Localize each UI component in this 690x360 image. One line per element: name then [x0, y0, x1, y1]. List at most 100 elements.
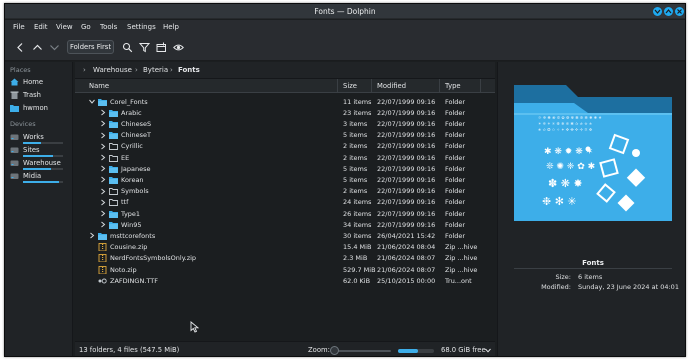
place-label: hwmon [23, 104, 48, 112]
file-type: Folder [445, 142, 466, 151]
chevron-right-icon[interactable] [100, 199, 106, 206]
place-home[interactable]: Home [10, 77, 72, 88]
file-name: Cousine.zip [110, 243, 148, 252]
file-row[interactable]: EE 2 items 22/07/1999 09:16 Folder [75, 152, 495, 163]
places-panel: Places Home Trash hwmon Devices Works Sit… [5, 62, 73, 356]
breadcrumb-item[interactable]: Byteria [143, 66, 168, 74]
search-icon[interactable] [122, 42, 133, 53]
file-type: Zip ...hive [445, 265, 478, 274]
menu-edit[interactable]: Edit [34, 23, 48, 31]
folder-outline-icon [109, 143, 118, 151]
device-item[interactable]: Works [10, 132, 72, 144]
column-size[interactable]: Size [343, 82, 357, 90]
device-label: Midia [23, 172, 42, 180]
menu-file[interactable]: File [13, 23, 25, 31]
device-item[interactable]: Sites [10, 145, 72, 157]
file-size: 62.0 KiB [343, 276, 371, 285]
chevron-right-icon[interactable] [100, 132, 106, 139]
device-item[interactable]: Warehouse [10, 158, 72, 170]
menu-bar: File Edit View Go Tools Settings Help [5, 20, 685, 34]
up-icon[interactable] [32, 42, 43, 53]
forward-icon[interactable] [49, 42, 60, 53]
folders-first-button[interactable]: Folders First [67, 40, 114, 54]
device-usage-fill [23, 181, 59, 183]
file-row[interactable]: Corel_Fonts 11 items 22/07/1999 09:16 Folde… [75, 96, 495, 107]
column-modified[interactable]: Modified [377, 82, 406, 90]
file-row[interactable]: msttcorefonts 30 items 26/04/2021 15:42 Fol… [75, 230, 495, 241]
file-row[interactable]: Cousine.zip 15.4 MiB 21/06/2024 08:04 Zip .… [75, 242, 495, 253]
file-name: Cyrillic [121, 142, 143, 151]
file-size: 5 items [343, 175, 368, 184]
chevron-right-icon[interactable] [100, 143, 106, 150]
chevron-right-icon[interactable] [100, 176, 106, 183]
chevron-right-icon[interactable] [100, 120, 106, 127]
file-modified: 26/04/2021 15:42 [377, 231, 436, 240]
place-trash[interactable]: Trash [10, 90, 72, 101]
file-row[interactable]: ChineseS 3 items 22/07/1999 09:16 Folder [75, 118, 495, 129]
file-view[interactable]: Name Size Modified Type Corel_Fonts 11 it… [75, 79, 495, 337]
file-modified: 25/10/2015 00:00 [377, 276, 436, 285]
folder-icon [109, 221, 118, 229]
column-type[interactable]: Type [445, 82, 461, 90]
chevron-down-icon[interactable] [485, 348, 491, 353]
file-row[interactable]: Win95 34 items 22/07/1999 09:16 Folder [75, 219, 495, 230]
chevron-right-icon[interactable] [100, 109, 106, 116]
zip-archive-icon [98, 265, 107, 274]
breadcrumb-item[interactable]: Warehouse [93, 66, 132, 74]
file-row[interactable]: NerdFontsSymbolsOnly.zip 2.3 MiB 21/06/202… [75, 253, 495, 264]
file-modified: 22/07/1999 09:16 [377, 119, 436, 128]
file-modified: 21/06/2024 08:07 [377, 254, 436, 263]
file-row[interactable]: Japanese 5 items 22/07/1999 09:16 Folder [75, 163, 495, 174]
places-heading: Places [10, 66, 31, 74]
file-row[interactable]: ChineseT 5 items 22/07/1999 09:16 Folder [75, 130, 495, 141]
filter-icon[interactable] [139, 42, 150, 53]
file-row[interactable]: Arabic 23 items 22/07/1999 09:16 Folder [75, 107, 495, 118]
chevron-down-icon[interactable] [89, 98, 95, 105]
minimize-icon [654, 9, 661, 14]
minimize-button[interactable] [653, 7, 662, 16]
chevron-right-icon[interactable] [100, 210, 106, 217]
file-row[interactable]: ZAFDINGN.TTF 62.0 KiB 25/10/2015 00:00 Tru.… [75, 275, 495, 286]
title-bar[interactable]: Fonts — Dolphin [5, 4, 685, 19]
zoom-slider[interactable] [333, 350, 391, 352]
menu-help[interactable]: Help [163, 23, 179, 31]
place-hwmon[interactable]: hwmon [10, 103, 72, 114]
chevron-right-icon[interactable] [89, 232, 95, 239]
file-row[interactable]: Type1 26 items 22/07/1999 09:16 Folder [75, 208, 495, 219]
status-bar: 13 folders, 4 files (547.5 MiB) Zoom: 68… [75, 341, 495, 356]
file-name: Japanese [121, 164, 151, 173]
breadcrumb-item-current[interactable]: Fonts [178, 66, 200, 74]
file-row[interactable]: ttf 24 items 22/07/1999 09:16 Folder [75, 197, 495, 208]
device-item[interactable]: Midia [10, 171, 72, 183]
free-space-label[interactable]: 68.0 GiB free [441, 346, 486, 354]
file-size: 2 items [343, 153, 368, 162]
file-modified: 22/07/1999 09:16 [377, 108, 436, 117]
chevron-right-icon[interactable] [100, 165, 106, 172]
device-usage-fill [23, 155, 53, 157]
menu-settings[interactable]: Settings [127, 23, 156, 31]
file-row[interactable]: Noto.zip 529.7 MiB 21/06/2024 08:07 Zip ...… [75, 264, 495, 275]
back-icon[interactable] [15, 42, 26, 53]
zoom-slider-handle[interactable] [330, 346, 339, 355]
menu-view[interactable]: View [56, 23, 73, 31]
file-type: Zip ...hive [445, 254, 478, 263]
column-name[interactable]: Name [89, 82, 109, 90]
preview-icon[interactable] [173, 42, 184, 53]
drive-icon [10, 173, 19, 179]
file-name: Win95 [121, 220, 142, 229]
toolbar: Folders First [5, 34, 685, 61]
drive-icon [10, 147, 19, 153]
file-size: 529.7 MiB [343, 265, 376, 274]
close-button[interactable] [675, 7, 684, 16]
maximize-button[interactable] [664, 7, 673, 16]
chevron-right-icon[interactable] [100, 188, 106, 195]
chevron-right-icon[interactable] [100, 154, 106, 161]
file-row[interactable]: Korean 5 items 22/07/1999 09:16 Folder [75, 174, 495, 185]
menu-tools[interactable]: Tools [100, 23, 117, 31]
menu-go[interactable]: Go [81, 23, 91, 31]
file-row[interactable]: Symbols 2 items 22/07/1999 09:16 Folder [75, 186, 495, 197]
file-row[interactable]: Cyrillic 2 items 22/07/1999 09:16 Folder [75, 141, 495, 152]
new-folder-icon[interactable] [156, 42, 167, 53]
chevron-right-icon[interactable] [100, 221, 106, 228]
breadcrumb-root-chevron[interactable]: › [83, 66, 86, 74]
